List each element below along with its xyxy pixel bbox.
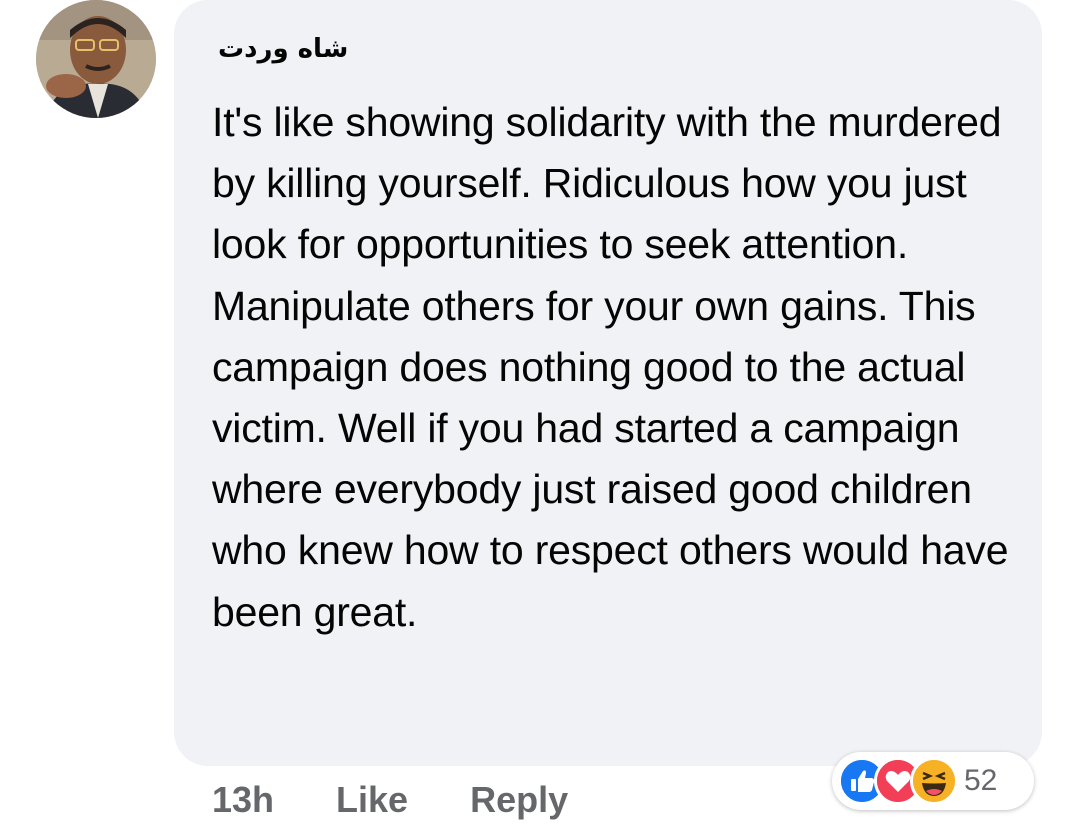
reply-button[interactable]: Reply [470,779,568,821]
comment-text: It's like showing solidarity with the mu… [212,99,1009,635]
haha-icon [910,757,958,805]
avatar[interactable] [36,0,156,118]
avatar-image [36,0,156,118]
comment-author[interactable]: شاه وردت [218,34,378,86]
like-button[interactable]: Like [336,779,408,821]
comment-bubble: شاه وردت It's like showing solidarity wi… [174,0,1042,766]
comment-actions: 13h Like Reply [212,776,568,824]
reactions-summary[interactable]: 52 [832,752,1034,810]
comment-timestamp[interactable]: 13h [212,779,274,821]
reaction-count: 52 [964,764,998,797]
